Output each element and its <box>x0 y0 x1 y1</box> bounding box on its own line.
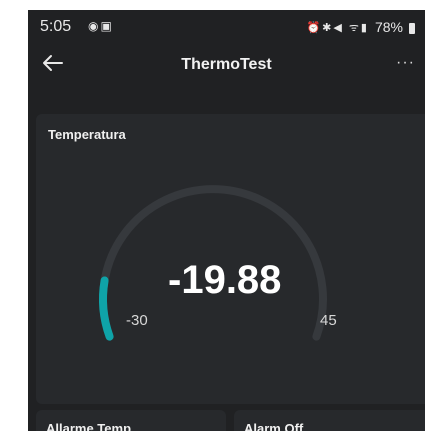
app-title: ThermoTest <box>181 56 272 73</box>
temperature-gauge-card[interactable]: Temperatura -19.88 -30 45 <box>36 114 425 404</box>
app-bar: ThermoTest ··· <box>28 48 425 84</box>
gauge-value: -19.88 <box>168 258 282 302</box>
status-bar: 5:05 ◉▣ ⏰✱◀ ᯤ▮ 78% <box>28 10 425 42</box>
notification-icons: ◉▣ <box>88 19 114 33</box>
gauge-fill <box>99 276 114 341</box>
status-right: ⏰✱◀ ᯤ▮ 78% <box>306 19 415 35</box>
battery-icon <box>409 22 415 34</box>
battery-percent: 78% <box>374 19 403 35</box>
alarm-off-label: Alarm Off <box>244 421 304 431</box>
status-time: 5:05 <box>40 18 72 35</box>
gauge-min-label: -30 <box>126 312 148 329</box>
gauge-max-label: 45 <box>320 312 337 329</box>
alarm-temp-card[interactable]: Allarme Temp <box>36 410 226 431</box>
system-icons: ⏰✱◀ ᯤ▮ <box>306 21 369 34</box>
phone-screen: 5:05 ◉▣ ⏰✱◀ ᯤ▮ 78% ThermoTest ··· Temper… <box>28 10 425 431</box>
more-options-icon[interactable]: ··· <box>396 54 415 72</box>
alarm-off-card[interactable]: Alarm Off <box>234 410 425 431</box>
alarm-temp-label: Allarme Temp <box>46 421 132 431</box>
